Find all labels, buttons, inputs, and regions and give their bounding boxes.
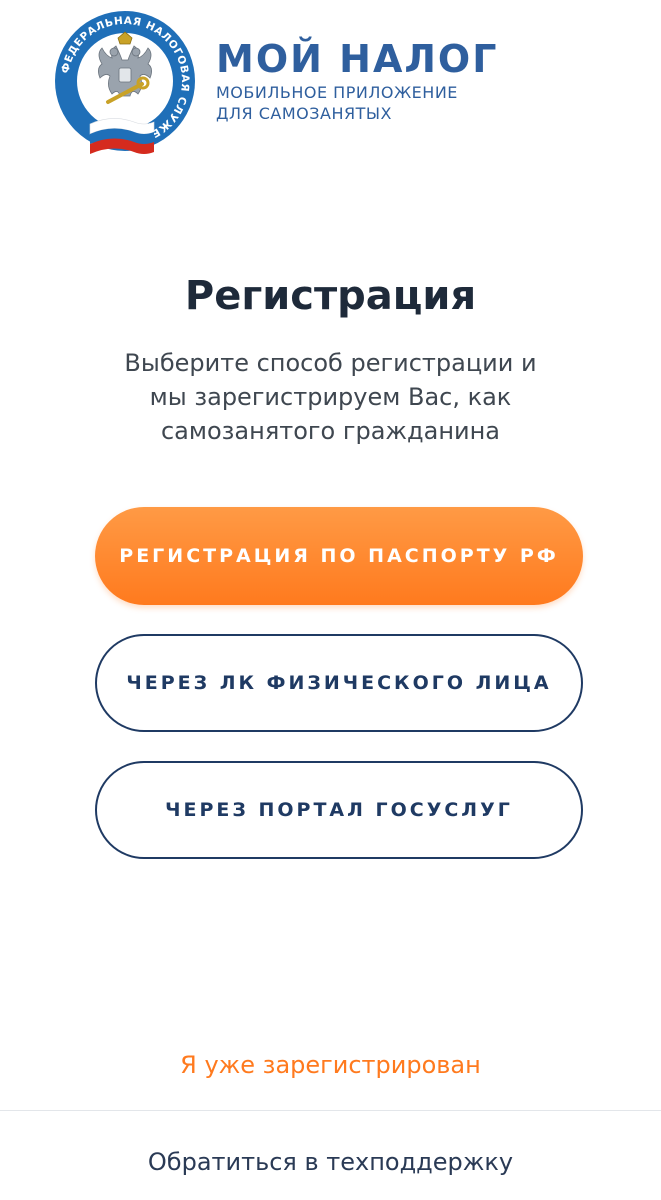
footer-divider xyxy=(0,1110,661,1111)
subtitle-line3: самозанятого гражданина xyxy=(160,417,501,445)
page-title: Регистрация xyxy=(184,273,477,319)
gosuslugi-label: ЧЕРЕЗ ПОРТАЛ ГОСУСЛУГ xyxy=(165,799,513,821)
personal-account-label: ЧЕРЕЗ ЛК ФИЗИЧЕСКОГО ЛИЦА xyxy=(126,672,552,694)
app-header: ФЕДЕРАЛЬНАЯ НАЛОГОВАЯ СЛУЖБА МОЙ НАЛОГ М… xyxy=(0,0,661,180)
already-registered-link[interactable]: Я уже зарегистрирован xyxy=(0,1045,661,1085)
gosuslugi-button[interactable]: ЧЕРЕЗ ПОРТАЛ ГОСУСЛУГ xyxy=(95,761,583,859)
register-by-passport-label: РЕГИСТРАЦИЯ ПО ПАСПОРТУ РФ xyxy=(119,545,559,567)
fns-emblem-icon: ФЕДЕРАЛЬНАЯ НАЛОГОВАЯ СЛУЖБА xyxy=(55,11,195,154)
personal-account-button[interactable]: ЧЕРЕЗ ЛК ФИЗИЧЕСКОГО ЛИЦА xyxy=(95,634,583,732)
register-by-passport-button[interactable]: РЕГИСТРАЦИЯ ПО ПАСПОРТУ РФ xyxy=(95,507,583,605)
subtitle-line1: Выберите способ регистрации и xyxy=(124,349,537,377)
page-subtitle: Выберите способ регистрации и мы зарегис… xyxy=(80,346,581,448)
app-subtitle-line2: ДЛЯ САМОЗАНЯТЫХ xyxy=(216,104,392,123)
subtitle-line2: мы зарегистрируем Вас, как xyxy=(149,383,512,411)
app-title: МОЙ НАЛОГ xyxy=(216,37,499,81)
contact-support-link[interactable]: Обратиться в техподдержку xyxy=(0,1142,661,1182)
brand-block: МОЙ НАЛОГ МОБИЛЬНОЕ ПРИЛОЖЕНИЕ ДЛЯ САМОЗ… xyxy=(216,36,498,124)
app-subtitle-line1: МОБИЛЬНОЕ ПРИЛОЖЕНИЕ xyxy=(216,83,458,102)
